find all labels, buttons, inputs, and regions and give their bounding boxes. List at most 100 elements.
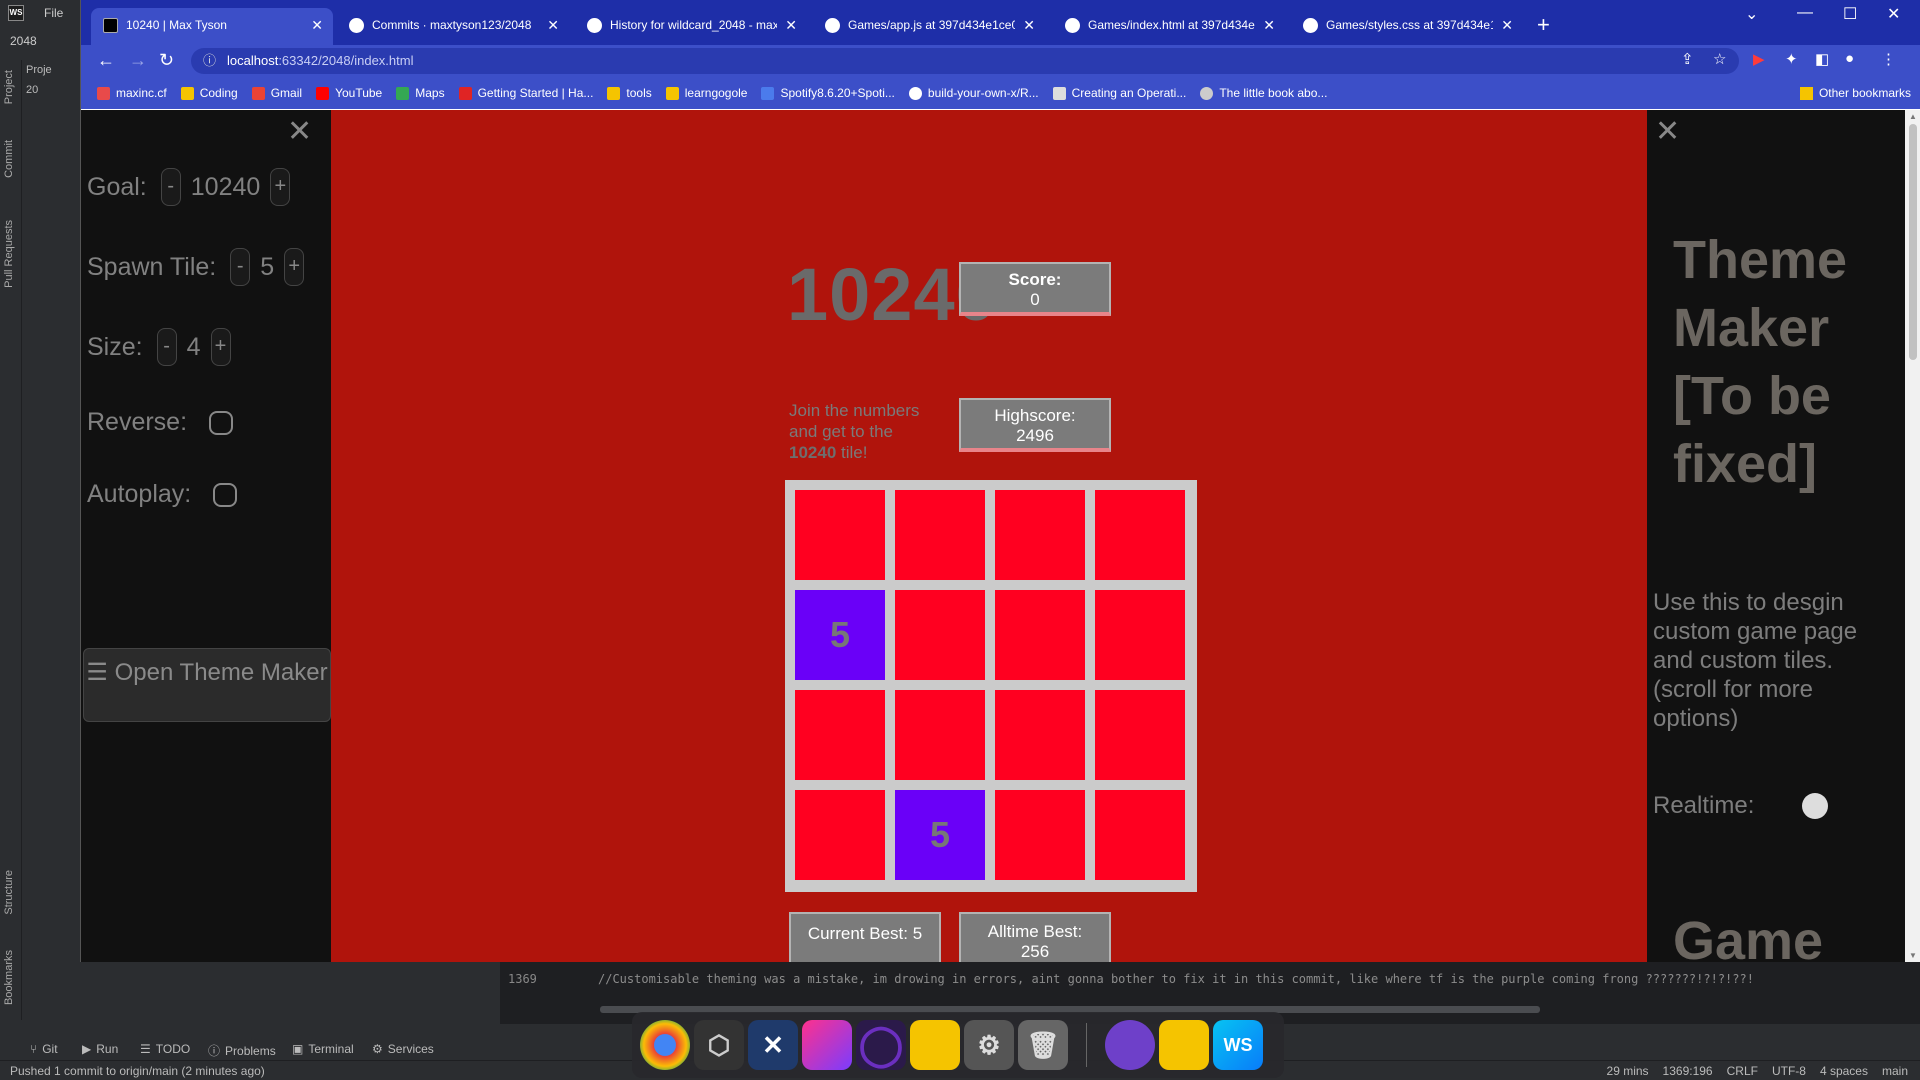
git-tool[interactable]: ⑂ Git — [30, 1042, 58, 1056]
sidebar-icon[interactable]: ◧ — [1815, 50, 1829, 68]
scroll-up-icon[interactable]: ▲ — [1909, 112, 1917, 121]
more-menu-icon[interactable]: ⋮ — [1881, 50, 1896, 68]
close-icon[interactable]: ✕ — [1023, 17, 1035, 34]
info-icon[interactable]: ⓘ — [203, 48, 216, 74]
close-settings-button[interactable]: ✕ — [287, 114, 312, 149]
close-icon[interactable]: ✕ — [1263, 17, 1275, 34]
spawn-decrease-button[interactable]: - — [230, 248, 251, 286]
trash-icon[interactable]: 🗑 — [1018, 1020, 1068, 1070]
bookmark-item[interactable]: maxinc.cf — [97, 86, 167, 100]
open-theme-maker-button[interactable]: ☰ Open Theme Maker — [83, 648, 331, 722]
settings-icon[interactable]: ⚙ — [964, 1020, 1014, 1070]
status-encoding[interactable]: UTF-8 — [1772, 1064, 1806, 1078]
tab-commits[interactable]: Commits · maxtyson123/2048 ✕ — [337, 10, 569, 40]
tree-item[interactable]: Proje — [26, 60, 82, 80]
highscore-label: Highscore: — [994, 406, 1076, 425]
intro-goal: 10240 — [789, 443, 837, 462]
code-line[interactable]: //Customisable theming was a mistake, im… — [598, 972, 1754, 986]
star-icon[interactable]: ☆ — [1713, 50, 1726, 68]
status-caret-position[interactable]: 1369:196 — [1663, 1064, 1713, 1078]
problems-tool[interactable]: ⓘ Problems — [208, 1042, 276, 1059]
back-button[interactable]: ← — [97, 50, 115, 71]
eclipse-icon[interactable]: ◯ — [856, 1020, 906, 1070]
other-bookmarks[interactable]: Other bookmarks — [1799, 86, 1911, 100]
game-section-heading: Game — [1673, 911, 1824, 962]
goal-increase-button[interactable]: + — [270, 168, 291, 206]
reverse-setting: Reverse: — [87, 408, 234, 437]
realtime-toggle[interactable] — [1802, 793, 1829, 819]
tool-window-project[interactable]: Project — [3, 70, 15, 104]
status-time[interactable]: 29 mins — [1607, 1064, 1649, 1078]
bookmark-item[interactable]: build-your-own-x/R... — [908, 86, 1039, 100]
github-icon — [587, 17, 602, 33]
new-tab-button[interactable]: + — [1537, 12, 1550, 38]
avatar[interactable]: ● — [1845, 50, 1854, 67]
webstorm-icon[interactable]: WS — [1213, 1020, 1263, 1070]
bookmark-folder[interactable]: learngogole — [665, 86, 747, 100]
game-board[interactable]: 55 — [785, 480, 1197, 892]
bookmark-item[interactable]: Getting Started | Ha... — [458, 86, 593, 100]
close-icon[interactable]: ✕ — [785, 17, 797, 34]
autoplay-checkbox[interactable] — [213, 482, 238, 507]
size-decrease-button[interactable]: - — [156, 328, 177, 366]
services-tool[interactable]: ⚙ Services — [372, 1042, 434, 1056]
current-best-box: Current Best: 5 — [789, 912, 941, 962]
tool-window-structure[interactable]: Structure — [3, 870, 15, 915]
close-window-button[interactable]: ✕ — [1887, 4, 1900, 24]
address-bar[interactable]: ⓘ localhost:63342/2048/index.html — [191, 48, 1739, 74]
status-line-separator[interactable]: CRLF — [1727, 1064, 1758, 1078]
tab-styles-css[interactable]: Games/styles.css at 397d434e1c ✕ — [1291, 10, 1523, 40]
jetbrains-toolbox-icon[interactable] — [802, 1020, 852, 1070]
bookmark-folder[interactable]: tools — [607, 86, 652, 100]
bookmark-item[interactable]: Gmail — [251, 86, 302, 100]
notes-icon[interactable] — [1159, 1020, 1209, 1070]
tool-window-commit[interactable]: Commit — [3, 140, 15, 178]
xcode-icon[interactable]: ✕ — [748, 1020, 798, 1070]
goal-decrease-button[interactable]: - — [160, 168, 181, 206]
bookmark-item[interactable]: Spotify8.6.20+Spoti... — [761, 86, 895, 100]
unity-icon[interactable]: ⬡ — [694, 1020, 744, 1070]
tab-app-js[interactable]: Games/app.js at 397d434e1ce09 ✕ — [813, 10, 1045, 40]
status-indent[interactable]: 4 spaces — [1820, 1064, 1868, 1078]
spawn-increase-button[interactable]: + — [284, 248, 305, 286]
tool-window-pull-requests[interactable]: Pull Requests — [3, 220, 15, 288]
bookmark-item[interactable]: Maps — [396, 86, 445, 100]
size-increase-button[interactable]: + — [210, 328, 231, 366]
ide-editor-gutter — [82, 962, 500, 1024]
reverse-checkbox[interactable] — [209, 410, 234, 435]
bookmark-item[interactable]: YouTube — [316, 86, 382, 100]
file-explorer-icon[interactable] — [910, 1020, 960, 1070]
ide-file-menu[interactable]: File — [44, 6, 63, 20]
close-icon[interactable]: ✕ — [1501, 17, 1513, 34]
github-desktop-icon[interactable] — [1105, 1020, 1155, 1070]
tree-item[interactable]: 20 — [26, 80, 82, 100]
bookmark-item[interactable]: Creating an Operati... — [1052, 86, 1186, 100]
puzzle-icon[interactable]: ✦ — [1785, 50, 1798, 68]
scrollbar-thumb[interactable] — [1909, 124, 1917, 360]
forward-button[interactable]: → — [129, 50, 147, 71]
chevron-down-icon[interactable]: ⌄ — [1745, 4, 1758, 24]
scroll-down-icon[interactable]: ▼ — [1909, 951, 1917, 960]
todo-tool[interactable]: ☰ TODO — [140, 1042, 190, 1056]
minimize-button[interactable]: — — [1797, 4, 1813, 22]
page-scrollbar[interactable]: ▲ ▼ — [1905, 110, 1920, 962]
tool-window-bookmarks[interactable]: Bookmarks — [3, 950, 15, 1005]
status-branch[interactable]: main — [1882, 1064, 1908, 1078]
close-icon[interactable]: ✕ — [311, 17, 323, 34]
bookmark-item[interactable]: The little book abo... — [1200, 86, 1327, 100]
close-icon[interactable]: ✕ — [547, 17, 559, 34]
chrome-icon[interactable] — [640, 1020, 690, 1070]
tab-index-html[interactable]: Games/index.html at 397d434e1 ✕ — [1053, 10, 1285, 40]
theme-maker-panel: ✕ Theme Maker [To be fixed] Use this to … — [1647, 110, 1920, 962]
run-tool[interactable]: ▶ Run — [82, 1042, 118, 1056]
tab-active[interactable]: 10240 | Max Tyson ✕ — [91, 8, 333, 50]
close-theme-maker-button[interactable]: ✕ — [1655, 114, 1680, 149]
reload-button[interactable]: ↻ — [159, 50, 174, 71]
extension-record-icon[interactable]: ▶ — [1753, 50, 1765, 68]
share-icon[interactable]: ⇪ — [1681, 50, 1694, 68]
maximize-button[interactable]: ☐ — [1843, 4, 1857, 24]
bookmark-folder[interactable]: Coding — [180, 86, 238, 100]
intro-suffix: tile! — [836, 443, 868, 462]
terminal-tool[interactable]: ▣ Terminal — [292, 1042, 354, 1056]
tab-history[interactable]: History for wildcard_2048 - maxt ✕ — [575, 10, 807, 40]
